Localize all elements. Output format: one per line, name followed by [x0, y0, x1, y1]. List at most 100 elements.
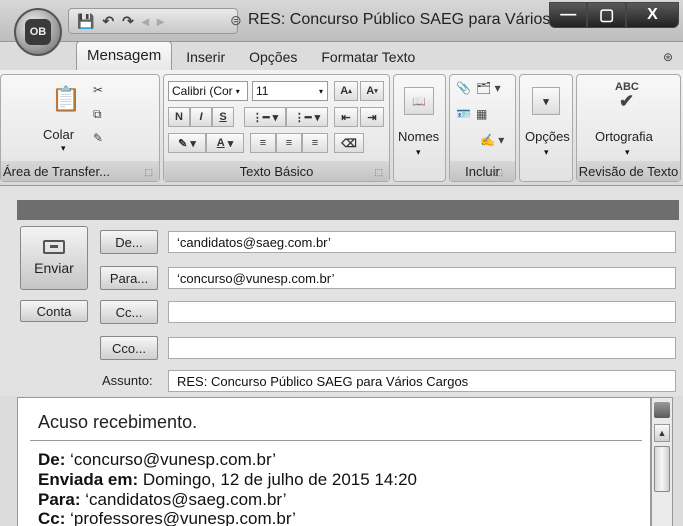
- attach-file-icon[interactable]: 📎: [456, 81, 471, 95]
- align-left-icon[interactable]: ≡: [250, 133, 276, 153]
- quoted-to-line: Para: ‘candidatos@saeg.com.br’: [38, 490, 286, 510]
- names-group: 📖 Nomes ▾: [393, 74, 446, 182]
- signature-icon[interactable]: ✍ ▾: [480, 133, 504, 147]
- font-size-select[interactable]: 11 ▾: [252, 81, 328, 101]
- numbering-icon[interactable]: ⋮━ ▾: [286, 107, 328, 127]
- scroll-thumb[interactable]: [654, 446, 670, 492]
- tab-inserir[interactable]: Inserir: [176, 45, 235, 70]
- spelling-dropdown-icon[interactable]: ▾: [625, 147, 630, 158]
- ruler-toggle-icon[interactable]: [654, 402, 670, 418]
- font-name-select[interactable]: Calibri (Cor ▾: [168, 81, 248, 101]
- account-button[interactable]: Conta: [20, 300, 88, 322]
- names-group-label: [394, 161, 445, 181]
- options-icon[interactable]: ▾: [532, 87, 560, 115]
- scroll-up-icon[interactable]: ▲: [654, 424, 670, 442]
- help-icon[interactable]: ⊛: [663, 50, 673, 64]
- quoted-sent-key: Enviada em:: [38, 470, 139, 489]
- font-color-icon[interactable]: A ▾: [206, 133, 244, 153]
- names-button[interactable]: Nomes: [398, 129, 439, 144]
- clipboard-label-text: Área de Transfer...: [3, 163, 110, 179]
- quoted-to-value: ‘candidatos@saeg.com.br’: [80, 490, 287, 509]
- names-dropdown-icon[interactable]: ▾: [416, 147, 421, 158]
- send-button[interactable]: Enviar: [20, 226, 88, 290]
- quoted-to-key: Para:: [38, 490, 81, 509]
- clipboard-launcher-icon[interactable]: ⬚: [144, 167, 153, 178]
- tab-formatar-texto[interactable]: Formatar Texto: [311, 45, 425, 70]
- increase-indent-icon[interactable]: ⇥: [360, 107, 384, 127]
- options-group-label: [520, 161, 572, 181]
- from-button[interactable]: De...: [100, 230, 158, 254]
- font-name-value: Calibri (Cor: [172, 84, 233, 98]
- paste-icon[interactable]: 📋: [51, 85, 81, 114]
- copy-icon[interactable]: ⧉: [93, 107, 102, 122]
- shrink-font-icon[interactable]: A ▾: [360, 81, 384, 101]
- quoted-from-value: ‘concurso@vunesp.com.br’: [65, 450, 277, 469]
- basic-text-launcher-icon[interactable]: ⬚: [374, 167, 383, 178]
- paste-button[interactable]: Colar: [43, 127, 74, 142]
- options-button[interactable]: Opções: [525, 129, 570, 144]
- spelling-button[interactable]: Ortografia: [595, 129, 653, 144]
- font-size-value: 11: [256, 84, 269, 98]
- quoted-cc-value: ‘professores@vunesp.com.br’: [65, 509, 296, 526]
- cc-field[interactable]: [168, 301, 676, 323]
- undo-icon[interactable]: ↶: [102, 13, 114, 30]
- paste-dropdown-icon[interactable]: ▾: [61, 143, 66, 154]
- previous-icon[interactable]: ◂: [142, 13, 149, 30]
- cut-icon[interactable]: ✂: [93, 83, 103, 97]
- customize-qat-icon[interactable]: ⊜: [230, 12, 242, 29]
- grow-font-icon[interactable]: A ▴: [334, 81, 358, 101]
- title-bar: 💾 ↶ ↷ ◂ ▸ ⊜ RES: Concurso Público SAEG p…: [0, 0, 683, 42]
- align-center-icon[interactable]: ≡: [276, 133, 302, 153]
- quick-access-toolbar: 💾 ↶ ↷ ◂ ▸: [68, 8, 238, 34]
- bcc-field[interactable]: [168, 337, 676, 359]
- bcc-button[interactable]: Cco...: [100, 336, 158, 360]
- outlook-compose-window: 💾 ↶ ↷ ◂ ▸ ⊜ RES: Concurso Público SAEG p…: [0, 0, 683, 526]
- redo-icon[interactable]: ↷: [122, 13, 134, 30]
- proofing-label-text: Revisão de Texto: [578, 163, 679, 179]
- calendar-icon[interactable]: ▦: [476, 107, 487, 121]
- italic-icon[interactable]: I: [190, 107, 212, 127]
- quoted-cc-line: Cc: ‘professores@vunesp.com.br’: [38, 509, 296, 526]
- tab-mensagem[interactable]: Mensagem: [76, 41, 173, 70]
- align-right-icon[interactable]: ≡: [302, 133, 328, 153]
- underline-icon[interactable]: S: [212, 107, 234, 127]
- include-launcher-icon[interactable]: ⬚: [494, 167, 503, 178]
- vertical-scrollbar[interactable]: ▲: [651, 397, 673, 526]
- ribbon: 📋 Colar ▾ ✂ ⧉ ✎ Área de Transfer... ⬚ Ca…: [0, 70, 683, 186]
- decrease-indent-icon[interactable]: ⇤: [334, 107, 358, 127]
- address-book-icon[interactable]: 📖: [404, 87, 434, 115]
- office-button[interactable]: OB: [14, 8, 62, 56]
- options-dropdown-icon[interactable]: ▾: [544, 147, 549, 158]
- body-greeting: Acuso recebimento.: [38, 412, 198, 432]
- business-card-icon[interactable]: 🪪: [456, 107, 471, 121]
- quoted-from-line: De: ‘concurso@vunesp.com.br’: [38, 450, 276, 470]
- ribbon-tabs: Mensagem Inserir Opções Formatar Texto: [0, 41, 683, 70]
- bold-icon[interactable]: N: [168, 107, 190, 127]
- clipboard-group: 📋 Colar ▾ ✂ ⧉ ✎ Área de Transfer... ⬚: [0, 74, 160, 182]
- options-group: ▾ Opções ▾: [519, 74, 573, 182]
- to-field[interactable]: ‘concurso@vunesp.com.br’: [168, 267, 676, 289]
- attach-item-icon[interactable]: 🗂 ▾: [476, 81, 501, 95]
- next-icon[interactable]: ▸: [157, 13, 164, 30]
- format-painter-icon[interactable]: ✎: [93, 131, 103, 145]
- basic-text-group-label: Texto Básico: [164, 161, 389, 181]
- quoted-cc-key: Cc:: [38, 509, 66, 526]
- minimize-button[interactable]: —: [549, 2, 588, 28]
- spelling-icon[interactable]: ABC ✔: [615, 81, 639, 110]
- close-button[interactable]: X: [625, 2, 679, 28]
- to-button[interactable]: Para...: [100, 266, 158, 290]
- tab-opcoes[interactable]: Opções: [239, 45, 307, 70]
- message-body[interactable]: Acuso recebimento. De: ‘concurso@vunesp.…: [17, 397, 651, 526]
- clipboard-group-label: Área de Transfer...: [1, 161, 159, 181]
- subject-field[interactable]: RES: Concurso Público SAEG para Vários C…: [168, 370, 676, 392]
- save-icon[interactable]: 💾: [77, 13, 94, 30]
- from-field[interactable]: ‘candidatos@saeg.com.br’: [168, 231, 676, 253]
- quote-separator: [30, 440, 642, 441]
- clear-formatting-icon[interactable]: ⌫: [334, 133, 364, 153]
- highlight-icon[interactable]: ✎ ▾: [168, 133, 206, 153]
- maximize-button[interactable]: ▢: [587, 2, 626, 28]
- bullets-icon[interactable]: ⋮━ ▾: [244, 107, 286, 127]
- size-dropdown-icon: ▾: [318, 86, 323, 96]
- cc-button[interactable]: Cc...: [100, 300, 158, 324]
- info-bar: [17, 200, 679, 220]
